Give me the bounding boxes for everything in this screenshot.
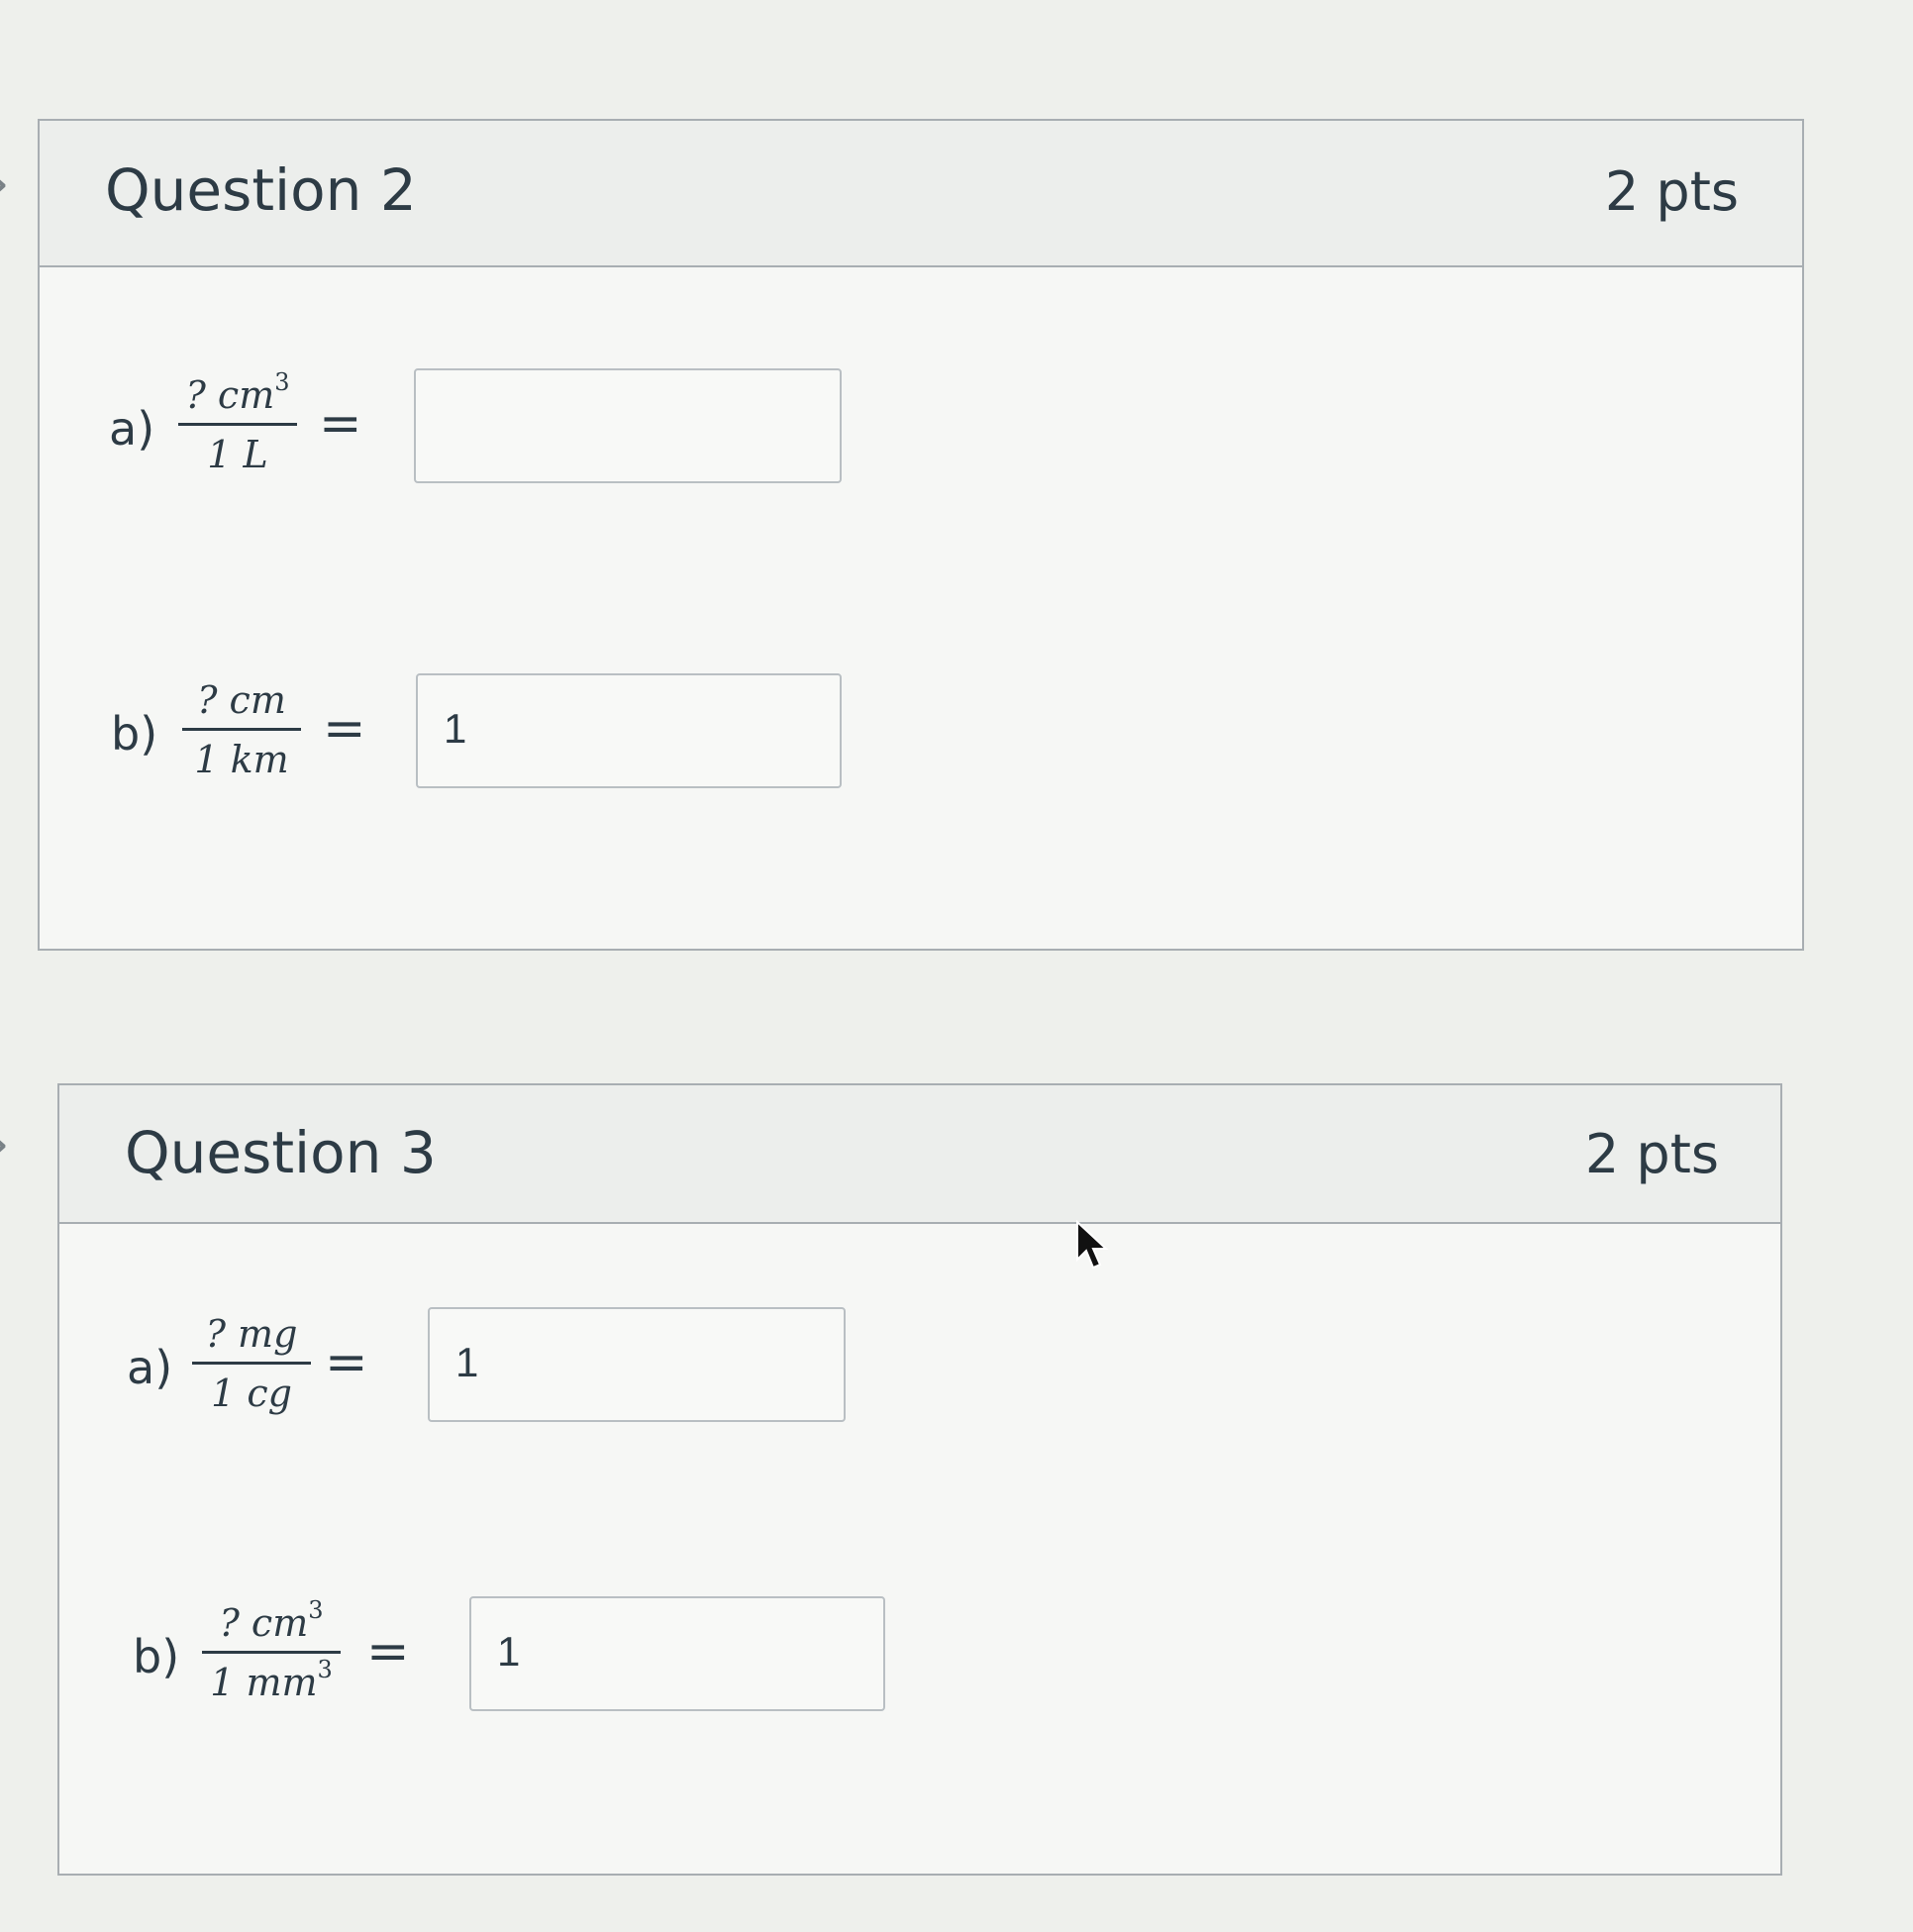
fraction-bar bbox=[178, 423, 297, 426]
equals-sign: = bbox=[366, 1622, 410, 1681]
question-points: 2 pts bbox=[1584, 1123, 1719, 1185]
answer-input[interactable]: 1 bbox=[428, 1307, 846, 1422]
question-header: Question 2 2 pts bbox=[40, 121, 1802, 267]
answer-input[interactable]: 1 bbox=[416, 673, 842, 788]
fraction-bar bbox=[202, 1651, 341, 1654]
fraction-denominator: 1 cg bbox=[211, 1372, 292, 1415]
fraction-numerator: ? cm3 bbox=[219, 1596, 324, 1645]
fraction-numerator: ? cm bbox=[197, 678, 286, 722]
equals-sign: = bbox=[325, 1333, 368, 1392]
question-title: Question 2 bbox=[105, 156, 417, 224]
fraction-denominator: 1 L bbox=[207, 433, 268, 476]
question-part-a: a) ? cm3 1 L = bbox=[109, 360, 861, 489]
part-label: a) bbox=[109, 402, 155, 456]
part-label: b) bbox=[111, 707, 158, 761]
answer-input[interactable] bbox=[414, 368, 842, 483]
part-label: b) bbox=[133, 1630, 180, 1683]
question-points: 2 pts bbox=[1604, 160, 1739, 223]
part-label: a) bbox=[127, 1341, 173, 1394]
question-part-b: b) ? cm3 1 mm3 = 1 bbox=[133, 1588, 925, 1717]
mouse-cursor-icon bbox=[1076, 1220, 1109, 1270]
fraction-expression: ? cm 1 km bbox=[182, 673, 301, 782]
fraction-numerator: ? mg bbox=[205, 1312, 298, 1356]
fraction-bar bbox=[182, 728, 301, 731]
chevron-right-icon[interactable]: › bbox=[0, 149, 10, 218]
chevron-right-icon[interactable]: › bbox=[0, 1109, 10, 1178]
fraction-expression: ? cm3 1 mm3 bbox=[202, 1596, 341, 1705]
equals-sign: = bbox=[323, 699, 366, 759]
question-part-a: a) ? mg 1 cg = 1 bbox=[127, 1299, 879, 1428]
fraction-numerator: ? cm3 bbox=[185, 368, 290, 417]
fraction-denominator: 1 km bbox=[194, 738, 289, 781]
answer-input[interactable]: 1 bbox=[469, 1596, 885, 1711]
question-title: Question 3 bbox=[125, 1119, 437, 1186]
fraction-expression: ? mg 1 cg bbox=[192, 1307, 311, 1416]
fraction-bar bbox=[192, 1362, 311, 1365]
question-2-card: Question 2 2 pts a) ? cm3 1 L = b) ? cm … bbox=[38, 119, 1804, 951]
equals-sign: = bbox=[319, 394, 362, 454]
question-part-b: b) ? cm 1 km = 1 bbox=[111, 665, 863, 794]
fraction-expression: ? cm3 1 L bbox=[178, 368, 297, 477]
question-3-card: Question 3 2 pts a) ? mg 1 cg = 1 b) ? c… bbox=[57, 1083, 1782, 1876]
fraction-denominator: 1 mm3 bbox=[210, 1656, 333, 1704]
question-header: Question 3 2 pts bbox=[59, 1085, 1780, 1224]
